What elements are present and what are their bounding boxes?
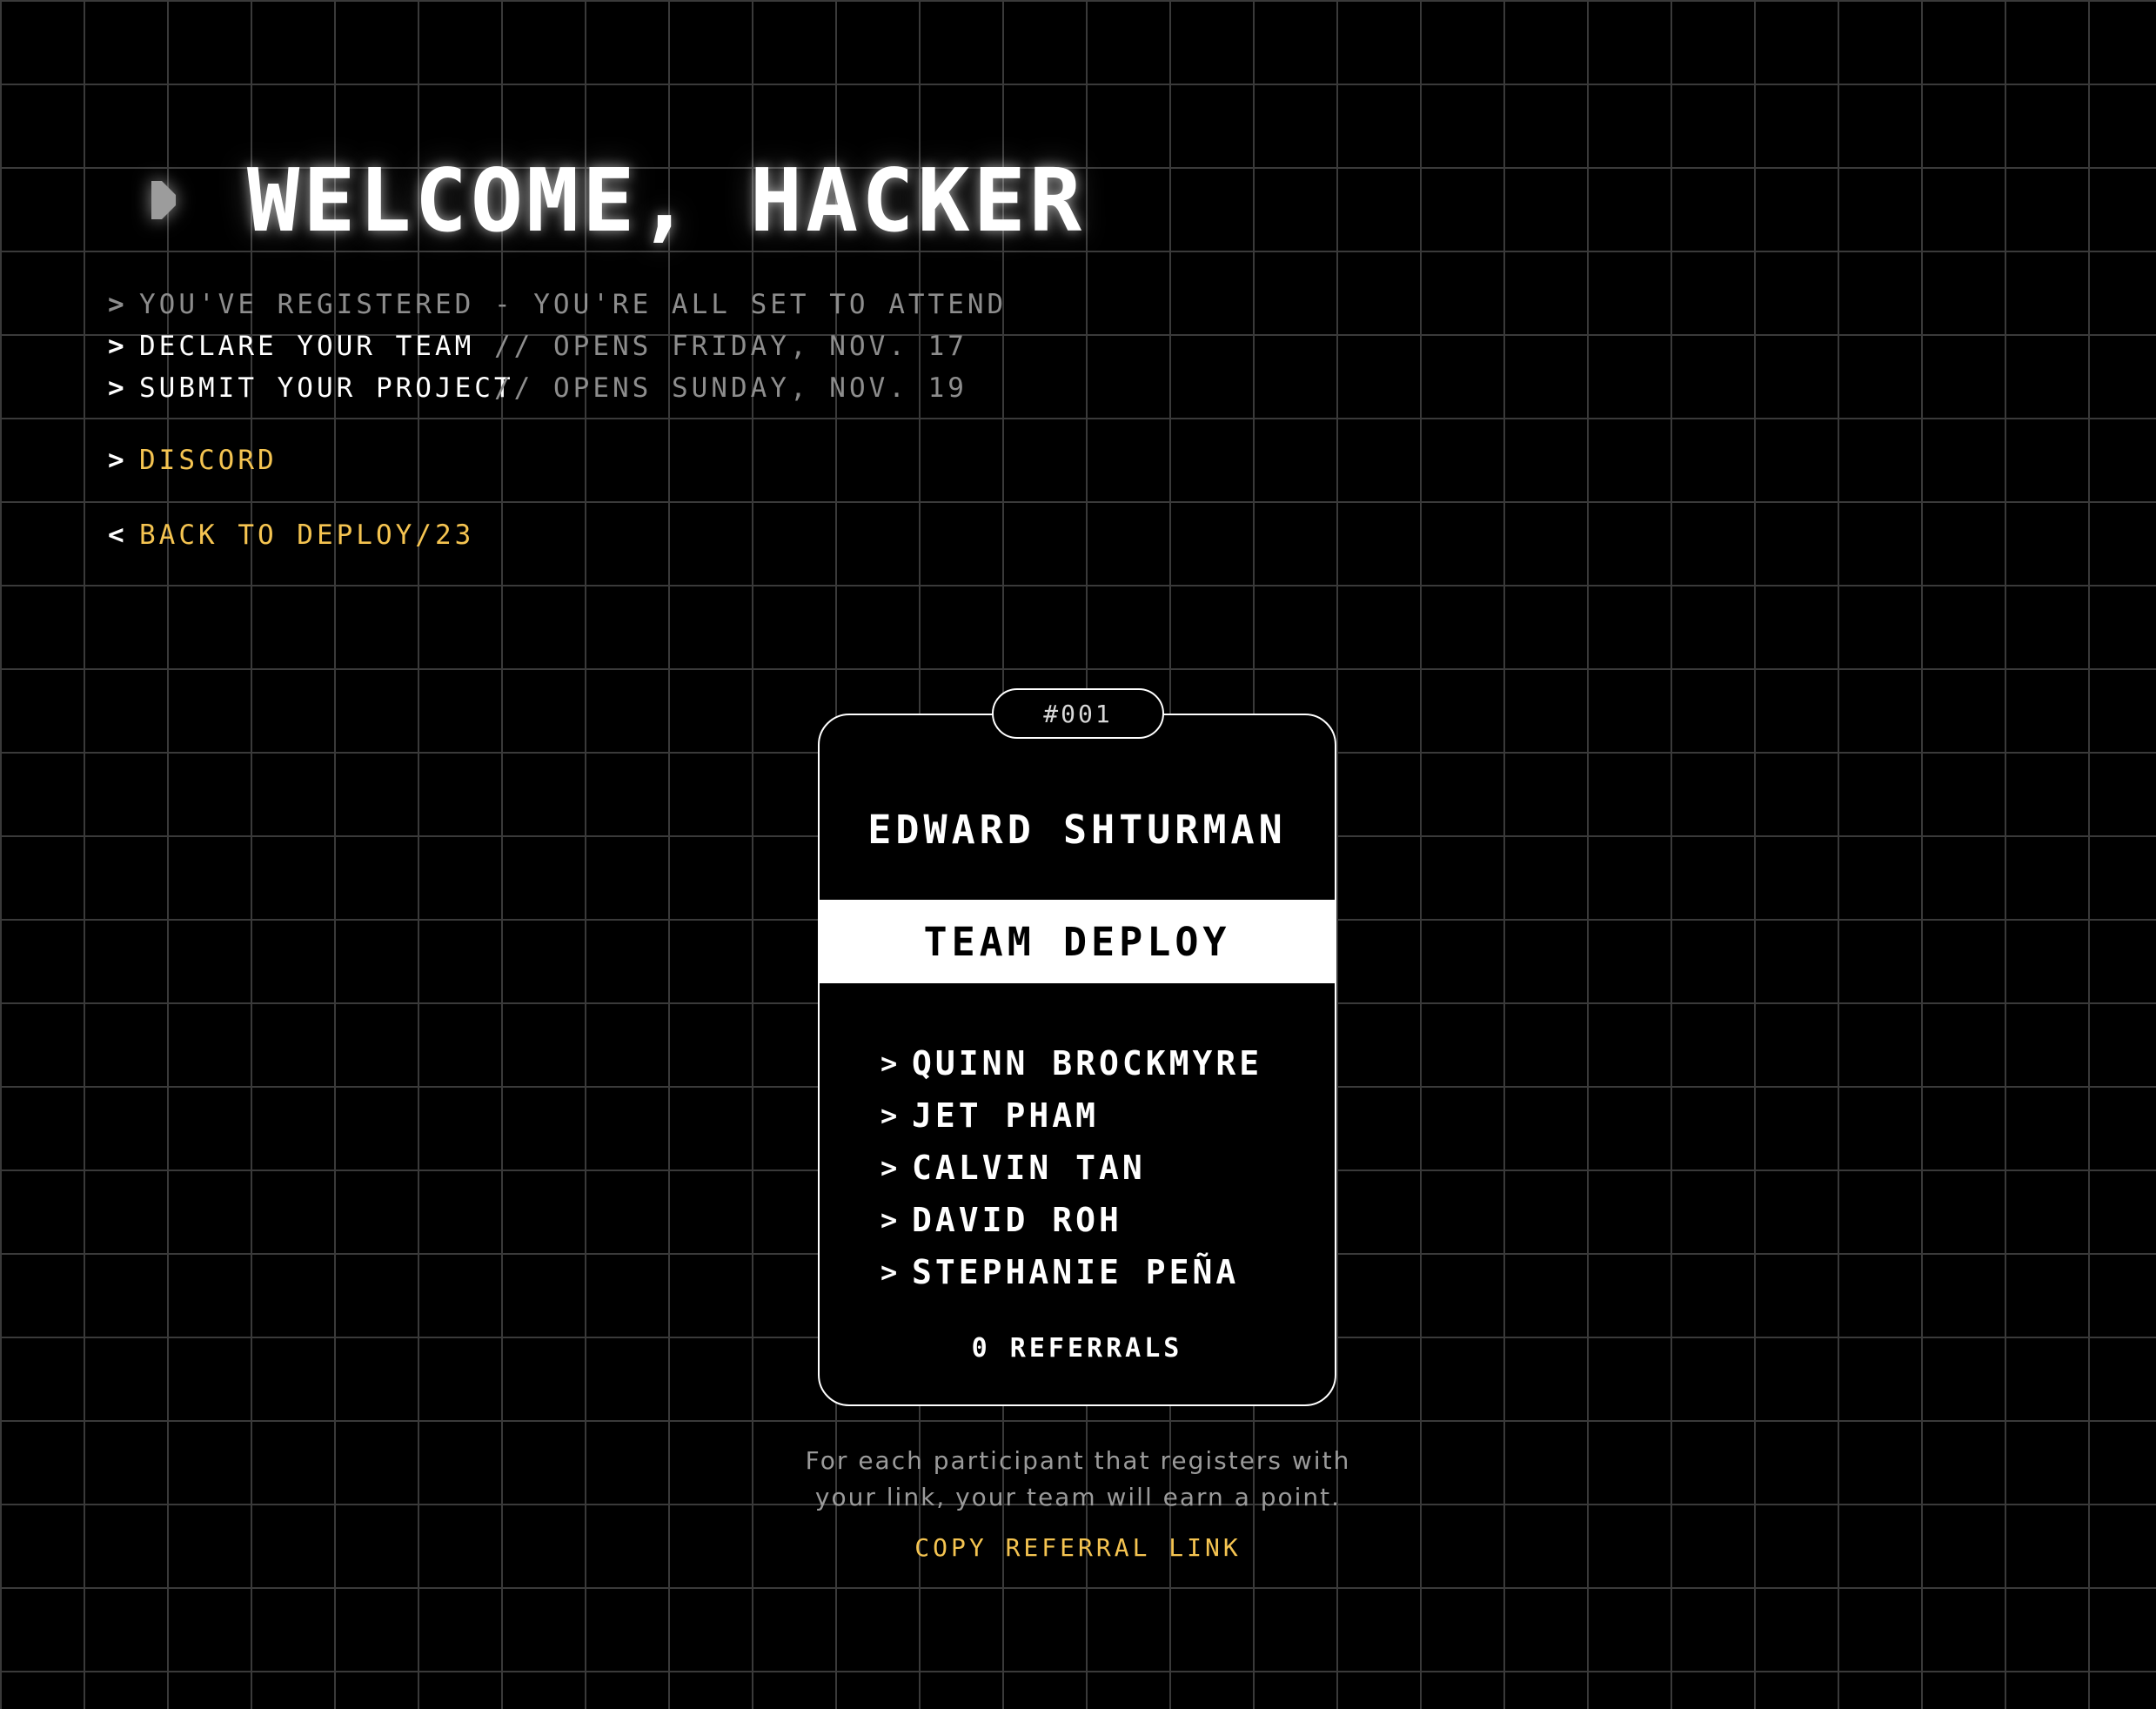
submit-project-note: // OPENS SUNDAY, NOV. 19: [494, 372, 968, 404]
referral-info-line-2: your link, your team will earn a point.: [814, 1483, 1342, 1511]
list-item: > CALVIN TAN: [880, 1142, 1262, 1194]
status-declare-team: > DECLARE YOUR TEAM // OPENS FRIDAY, NOV…: [108, 325, 1007, 367]
caret-left-icon: <: [108, 519, 128, 551]
caret-right-icon: >: [880, 1203, 901, 1237]
welcome-header: WELCOME, HACKER: [148, 148, 1085, 252]
caret-right-icon: >: [880, 1151, 901, 1184]
discord-link-label[interactable]: DISCORD: [139, 439, 278, 481]
page-title: WELCOME, HACKER: [247, 149, 1086, 251]
list-item: > DAVID ROH: [880, 1194, 1262, 1246]
declare-team-text: DECLARE YOUR TEAM: [139, 331, 475, 362]
caret-right-icon: >: [108, 289, 128, 320]
list-item: > QUINN BROCKMYRE: [880, 1037, 1262, 1089]
member-name: STEPHANIE PEÑA: [912, 1253, 1240, 1291]
registered-text: YOU'VE REGISTERED - YOU'RE ALL SET TO AT…: [139, 289, 1008, 320]
caret-right-icon: >: [880, 1047, 901, 1080]
status-registered: > YOU'VE REGISTERED - YOU'RE ALL SET TO …: [108, 284, 1007, 325]
status-list: > YOU'VE REGISTERED - YOU'RE ALL SET TO …: [108, 284, 1007, 409]
member-name: DAVID ROH: [912, 1201, 1122, 1239]
list-item: > JET PHAM: [880, 1089, 1262, 1142]
caret-right-icon: >: [880, 1099, 901, 1132]
submit-project-text: SUBMIT YOUR PROJECT: [139, 372, 514, 404]
referral-info: For each participant that registers with…: [783, 1443, 1373, 1516]
back-link-label[interactable]: BACK TO DEPLOY/23: [139, 514, 474, 556]
referral-info-line-1: For each participant that registers with: [805, 1446, 1351, 1475]
status-submit-project: > SUBMIT YOUR PROJECT // OPENS SUNDAY, N…: [108, 367, 1007, 409]
back-link[interactable]: < BACK TO DEPLOY/23: [108, 514, 474, 556]
team-name-banner: TEAM DEPLOY: [820, 900, 1335, 983]
copy-referral-link-button[interactable]: COPY REFERRAL LINK: [783, 1533, 1373, 1562]
member-name: CALVIN TAN: [912, 1149, 1146, 1187]
caret-right-icon: >: [880, 1256, 901, 1289]
team-card: EDWARD SHTURMAN TEAM DEPLOY > QUINN BROC…: [818, 714, 1336, 1406]
caret-right-icon: >: [108, 372, 128, 404]
declare-team-note: // OPENS FRIDAY, NOV. 17: [494, 331, 968, 362]
team-members-list: > QUINN BROCKMYRE > JET PHAM > CALVIN TA…: [880, 1037, 1262, 1298]
play-icon: [151, 181, 176, 219]
list-item: > STEPHANIE PEÑA: [880, 1246, 1262, 1298]
discord-link[interactable]: > DISCORD: [108, 439, 278, 481]
member-name: JET PHAM: [912, 1096, 1100, 1135]
caret-right-icon: >: [108, 445, 128, 476]
card-number-badge: #001: [992, 688, 1164, 739]
caret-right-icon: >: [108, 331, 128, 362]
referral-count: 0 REFERRALS: [971, 1333, 1183, 1364]
participant-name: EDWARD SHTURMAN: [867, 807, 1287, 853]
member-name: QUINN BROCKMYRE: [912, 1044, 1263, 1082]
